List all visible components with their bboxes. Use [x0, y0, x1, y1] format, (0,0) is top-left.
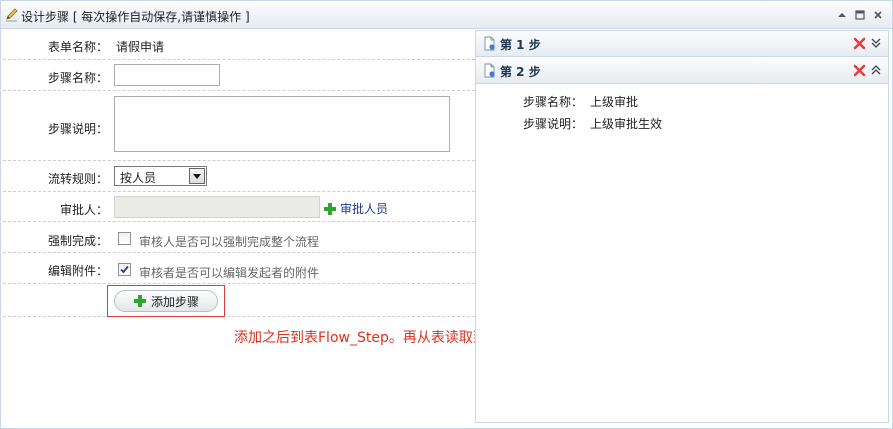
form-name-row: 表单名称： 请假申请 — [3, 30, 475, 60]
step-desc-textarea[interactable] — [114, 96, 450, 152]
flow-rule-row: 流转规则： 按人员 — [3, 161, 475, 192]
steps-accordion: 第 1 步 第 2 步 步骤名称： 上级审批 步骤说明： 上级审批生效 — [475, 30, 889, 423]
form-name-value: 请假申请 — [116, 40, 165, 54]
flow-rule-label: 流转规则： — [47, 172, 108, 186]
accordion-step-2-title: 第 2 步 — [500, 65, 541, 79]
expand-icon[interactable] — [870, 37, 882, 49]
document-icon — [484, 36, 495, 51]
accordion-step-1-title: 第 1 步 — [500, 38, 541, 52]
step-detail-desc-value: 上级审批生效 — [590, 117, 663, 131]
approver-label: 审批人： — [59, 203, 108, 217]
add-approver-link[interactable]: 审批人员 — [323, 200, 388, 217]
check-icon — [120, 265, 129, 274]
step-desc-label: 步骤说明： — [47, 122, 108, 136]
step-name-row: 步骤名称： — [3, 60, 475, 91]
plus-icon — [324, 202, 336, 215]
approver-row: 审批人： 审批人员 — [3, 192, 475, 222]
add-approver-label: 审批人员 — [340, 202, 389, 216]
edit-attach-text: 审核者是否可以编辑发起者的附件 — [139, 266, 320, 280]
flow-rule-selected: 按人员 — [120, 171, 157, 185]
step-detail-desc-label: 步骤说明： — [523, 117, 584, 131]
force-complete-label: 强制完成： — [47, 234, 108, 248]
force-complete-text: 审核人是否可以强制完成整个流程 — [139, 235, 320, 249]
edit-attach-label: 编辑附件： — [47, 264, 108, 278]
add-step-highlight: 添加步骤 — [107, 285, 225, 317]
form-name-label: 表单名称： — [47, 40, 108, 54]
pencil-icon — [6, 8, 18, 22]
add-step-button[interactable]: 添加步骤 — [114, 290, 218, 312]
step-desc-row: 步骤说明： — [3, 91, 475, 161]
step-form: 表单名称： 请假申请 步骤名称： 步骤说明： 流转规则： 按人员 审批人： 审批… — [3, 30, 571, 426]
force-complete-row: 强制完成： 审核人是否可以强制完成整个流程 — [3, 222, 475, 253]
step-detail-name-value: 上级审批 — [590, 95, 639, 109]
accordion-step-2-header[interactable]: 第 2 步 — [476, 58, 888, 84]
close-icon[interactable] — [872, 9, 884, 21]
approver-input[interactable] — [114, 196, 320, 218]
chevron-down-icon[interactable] — [189, 168, 205, 184]
collapse-icon[interactable] — [836, 9, 848, 21]
step-name-input[interactable] — [114, 64, 220, 86]
delete-icon[interactable] — [853, 37, 866, 50]
accordion-step-1-header[interactable]: 第 1 步 — [476, 31, 888, 57]
maximize-icon[interactable] — [854, 9, 866, 21]
flow-rule-select[interactable]: 按人员 — [114, 166, 207, 186]
plus-icon — [133, 295, 146, 307]
design-steps-panel: 设计步骤 [ 每次操作自动保存,请谨慎操作 ] 表单名称： 请假申请 步骤名称： — [0, 0, 893, 429]
edit-attach-checkbox[interactable] — [118, 263, 131, 276]
step-detail-name-label: 步骤名称： — [523, 95, 584, 109]
add-step-row — [3, 284, 475, 317]
step-name-label: 步骤名称： — [47, 71, 108, 85]
add-step-label: 添加步骤 — [150, 294, 199, 309]
document-icon — [484, 63, 495, 78]
panel-header: 设计步骤 [ 每次操作自动保存,请谨慎操作 ] — [1, 1, 892, 29]
panel-title: 设计步骤 [ 每次操作自动保存,请谨慎操作 ] — [21, 10, 250, 24]
collapse-icon[interactable] — [870, 64, 882, 76]
force-complete-checkbox[interactable] — [118, 232, 131, 245]
delete-icon[interactable] — [853, 64, 866, 77]
edit-attach-row: 编辑附件： 审核者是否可以编辑发起者的附件 — [3, 253, 475, 284]
